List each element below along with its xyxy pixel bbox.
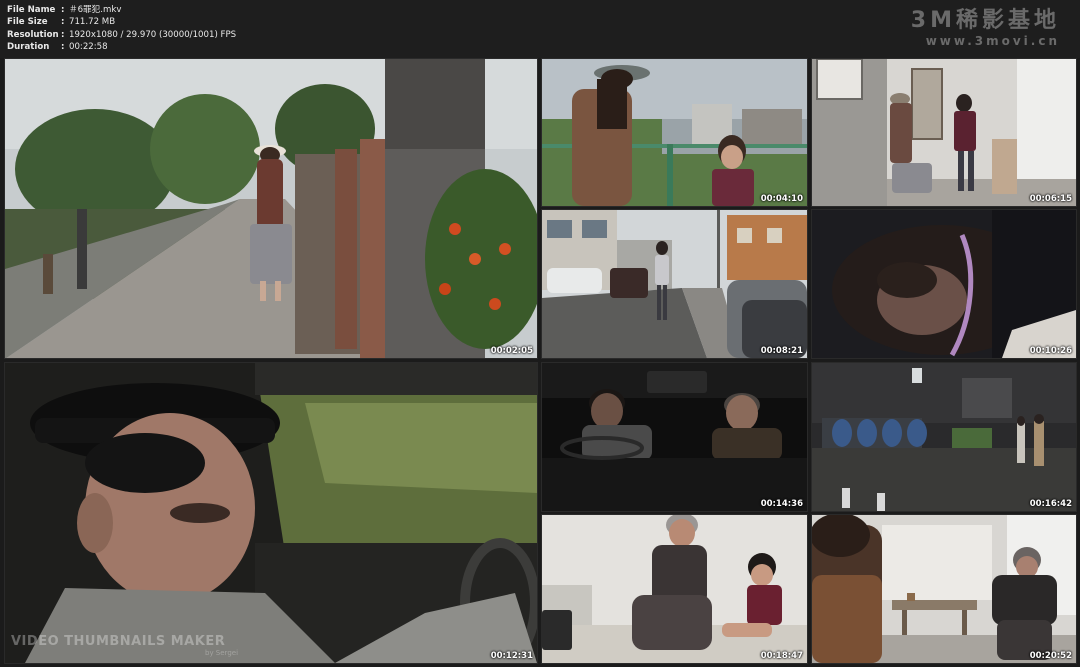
site-watermark: 3M稀影基地 www.3movi.cn <box>911 8 1060 48</box>
thumbnail-timestamp: 00:16:42 <box>1029 499 1072 509</box>
thumbnail-timestamp: 00:10:26 <box>1029 346 1072 356</box>
thumbnail-timestamp: 00:08:21 <box>760 346 803 356</box>
meta-value: 711.72 MB <box>69 17 116 28</box>
thumbnail-timestamp: 00:06:15 <box>1029 194 1072 204</box>
meta-key: File Name <box>7 5 56 15</box>
meta-row-file-size: File Size : 711.72 MB <box>7 16 236 28</box>
thumbnail-1[interactable]: 00:02:05 <box>5 59 537 358</box>
watermark-title: 3M稀影基地 <box>910 8 1060 33</box>
meta-value: ＃6罪犯.mkv <box>69 5 122 15</box>
meta-key: Duration <box>7 42 50 53</box>
thumbnail-5[interactable]: 00:10:26 <box>812 210 1076 358</box>
contact-sheet: File Name : ＃6罪犯.mkv File Size : 711.72 … <box>0 0 1080 667</box>
scene-man-driving <box>5 363 537 663</box>
thumbnail-6[interactable]: VIDEO THUMBNAILS MAKER by Sergei 00:12:3… <box>5 363 537 663</box>
thumbnail-timestamp: 00:02:05 <box>490 346 533 356</box>
thumbnail-timestamp: 00:14:36 <box>760 499 803 509</box>
meta-value: 00:22:58 <box>69 42 108 53</box>
thumbnail-timestamp: 00:18:47 <box>760 651 803 661</box>
thumbnail-maker-author: by Sergei <box>205 649 239 657</box>
thumbnail-10[interactable]: 00:20:52 <box>812 515 1076 663</box>
watermark-url: www.3movi.cn <box>925 34 1060 48</box>
meta-row-file-name: File Name : ＃6罪犯.mkv <box>7 4 236 16</box>
scene-woman-boy-fence <box>542 59 807 206</box>
thumbnail-timestamp: 00:12:31 <box>490 651 533 661</box>
thumbnail-2[interactable]: 00:04:10 <box>542 59 807 206</box>
thumbnail-7[interactable]: 00:14:36 <box>542 363 807 511</box>
thumbnail-8[interactable]: 00:16:42 <box>812 363 1076 511</box>
thumbnail-maker-watermark: VIDEO THUMBNAILS MAKER <box>11 634 226 649</box>
thumbnail-timestamp: 00:20:52 <box>1029 651 1072 661</box>
scene-woman-man-room <box>812 515 1076 663</box>
file-metadata: File Name : ＃6罪犯.mkv File Size : 711.72 … <box>7 4 236 54</box>
scene-woman-lying <box>812 210 1076 358</box>
thumbnail-9[interactable]: 00:18:47 <box>542 515 807 663</box>
scene-street-cars <box>542 210 807 358</box>
thumbnail-4[interactable]: 00:08:21 <box>542 210 807 358</box>
scene-warehouse <box>812 363 1076 511</box>
scene-sidewalk-woman <box>5 59 537 358</box>
meta-sep: : <box>61 5 65 15</box>
info-header: File Name : ＃6罪犯.mkv File Size : 711.72 … <box>0 0 1080 58</box>
meta-sep: : <box>61 17 65 28</box>
thumbnail-timestamp: 00:04:10 <box>760 194 803 204</box>
meta-key: File Size <box>7 17 48 28</box>
meta-row-resolution: Resolution : 1920x1080 / 29.970 (30000/1… <box>7 29 236 41</box>
meta-sep: : <box>61 29 65 40</box>
meta-row-duration: Duration : 00:22:58 <box>7 41 236 53</box>
scene-interior-woman-boy <box>812 59 1076 206</box>
thumbnail-3[interactable]: 00:06:15 <box>812 59 1076 206</box>
meta-value: 1920x1080 / 29.970 (30000/1001) FPS <box>69 29 237 40</box>
scene-man-boy-floor <box>542 515 807 663</box>
scene-two-men-car-night <box>542 363 807 511</box>
meta-key: Resolution <box>7 29 59 40</box>
meta-sep: : <box>61 42 65 53</box>
